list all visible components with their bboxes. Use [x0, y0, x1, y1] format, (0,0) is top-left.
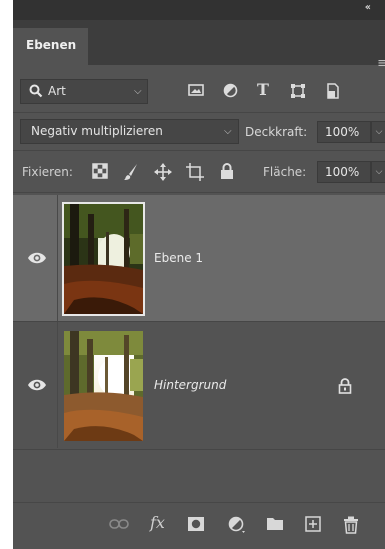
visibility-eye-icon[interactable] — [27, 251, 47, 268]
tab-ebenen[interactable]: Ebenen — [13, 28, 88, 65]
filter-kind-label: Art — [48, 84, 66, 98]
divider — [57, 322, 58, 448]
search-icon — [29, 84, 43, 101]
layer-filter-row: Art ⌵ T — [13, 74, 385, 110]
trash-icon[interactable] — [343, 516, 359, 537]
layers-list: Ebene 1 Hintergrund — [13, 195, 385, 505]
chevron-down-icon: ⌵ — [224, 126, 232, 137]
lock-label: Fixieren: — [22, 165, 73, 179]
divider — [13, 192, 385, 193]
divider — [13, 150, 385, 151]
adjustment-filter-icon[interactable] — [223, 83, 238, 101]
opacity-label: Deckkraft: — [245, 125, 308, 139]
layer-thumbnail[interactable] — [64, 331, 143, 441]
group-folder-icon[interactable] — [266, 516, 284, 534]
fill-field[interactable]: 100% — [317, 161, 371, 183]
panel-tab-bar: Ebenen ≡ — [13, 20, 385, 71]
divider — [57, 195, 58, 321]
shape-filter-icon[interactable] — [290, 83, 306, 102]
lock-icon[interactable] — [338, 378, 352, 397]
lock-transparent-pixels-icon[interactable] — [92, 163, 108, 182]
layers-panel: ‹‹ Ebenen ≡ Art ⌵ T Negativ multiplizier… — [13, 0, 385, 549]
adjustment-layer-icon[interactable] — [228, 516, 246, 537]
new-layer-icon[interactable] — [305, 516, 321, 535]
divider — [13, 112, 385, 113]
fill-slider-toggle[interactable]: ⌵ — [371, 161, 385, 183]
filter-kind-select[interactable]: Art ⌵ — [20, 79, 148, 104]
layer-row-ebene-1[interactable]: Ebene 1 — [13, 195, 385, 321]
collapse-panel-icon[interactable]: ‹‹ — [365, 2, 371, 13]
chevron-down-icon: ⌵ — [375, 127, 383, 137]
layer-row-hintergrund[interactable]: Hintergrund — [13, 322, 385, 448]
divider — [13, 449, 385, 450]
layer-name[interactable]: Hintergrund — [154, 378, 226, 392]
blend-mode-label: Negativ multiplizieren — [31, 124, 163, 138]
layer-name[interactable]: Ebene 1 — [154, 251, 203, 265]
layer-thumbnail[interactable] — [62, 202, 145, 316]
type-filter-icon[interactable]: T — [257, 80, 269, 99]
mask-icon[interactable] — [187, 516, 205, 535]
lock-position-icon[interactable] — [154, 163, 172, 184]
lock-image-pixels-icon[interactable] — [123, 163, 139, 184]
lock-all-icon[interactable] — [220, 163, 234, 183]
opacity-field[interactable]: 100% — [317, 121, 371, 143]
blend-mode-select[interactable]: Negativ multiplizieren ⌵ — [20, 119, 239, 144]
blend-row: Negativ multiplizieren ⌵ Deckkraft: 100%… — [13, 116, 385, 148]
lock-artboard-icon[interactable] — [186, 163, 204, 184]
image-filter-icon[interactable] — [188, 83, 204, 100]
chevron-down-icon: ⌵ — [375, 167, 383, 177]
opacity-slider-toggle[interactable]: ⌵ — [371, 121, 385, 143]
panel-menu-icon[interactable]: ≡ — [377, 56, 385, 71]
smart-object-filter-icon[interactable] — [326, 83, 340, 102]
lock-row: Fixieren: Fläche: 100% ⌵ — [13, 156, 385, 188]
chevron-down-icon: ⌵ — [134, 86, 142, 97]
fx-icon[interactable]: fx — [150, 513, 165, 532]
link-layers-icon[interactable] — [109, 518, 129, 533]
visibility-eye-icon[interactable] — [27, 378, 47, 395]
layers-bottom-toolbar: fx — [13, 502, 385, 549]
fill-label: Fläche: — [263, 165, 307, 179]
panel-header-strip: ‹‹ — [13, 0, 385, 20]
